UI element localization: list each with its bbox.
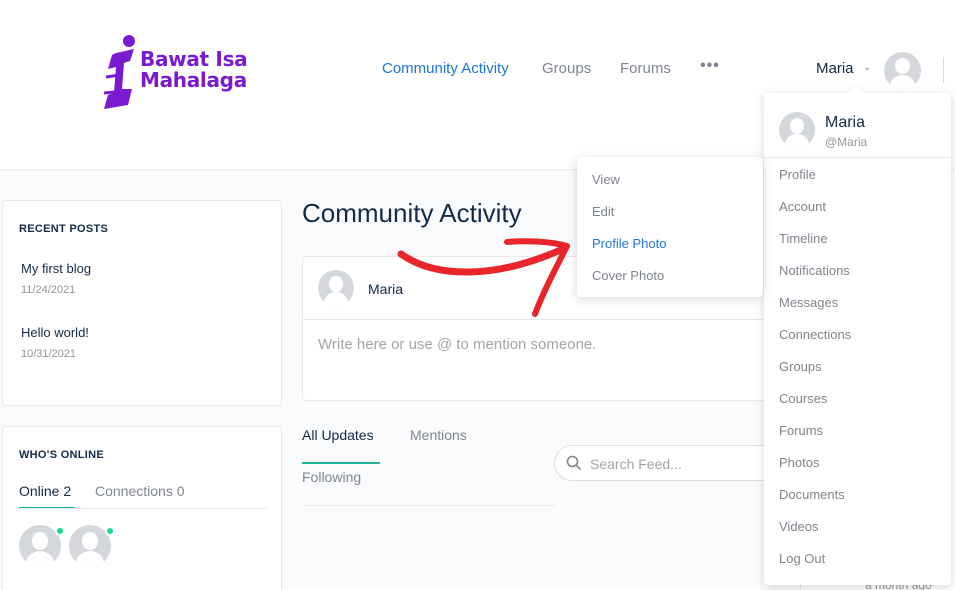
composer-divider bbox=[303, 319, 793, 320]
red-arrow-annotation-icon bbox=[397, 238, 570, 317]
recent-posts-widget: RECENT POSTS My first blog 11/24/2021 He… bbox=[2, 200, 282, 406]
site-logo[interactable]: Bawat Isa Mahalaga bbox=[100, 33, 260, 113]
menu-item-forums[interactable]: Forums bbox=[779, 423, 823, 438]
post-date-2: 10/31/2021 bbox=[21, 348, 77, 360]
post-link-1[interactable]: My first blog bbox=[21, 261, 91, 276]
logo-text: Bawat Isa Mahalaga bbox=[140, 47, 248, 92]
nav-community-activity[interactable]: Community Activity bbox=[382, 60, 509, 77]
composer-avatar bbox=[318, 270, 354, 306]
tab-all-updates[interactable]: All Updates bbox=[302, 427, 374, 443]
menu-item-connections[interactable]: Connections bbox=[779, 327, 851, 342]
menu-item-account[interactable]: Account bbox=[779, 199, 826, 214]
feed-tabs-divider bbox=[302, 505, 555, 506]
menu-item-courses[interactable]: Courses bbox=[779, 391, 827, 406]
search-placeholder: Search Feed... bbox=[590, 456, 682, 472]
composer-input[interactable]: Write here or use @ to mention someone. bbox=[318, 336, 596, 353]
user-dropdown-menu: Maria @Maria Profile Account Timeline No… bbox=[764, 84, 951, 585]
menu-item-messages[interactable]: Messages bbox=[779, 295, 838, 310]
header-divider bbox=[943, 57, 944, 83]
menu-item-videos[interactable]: Videos bbox=[779, 519, 819, 534]
dropdown-avatar[interactable] bbox=[779, 112, 815, 148]
nav-forums[interactable]: Forums bbox=[620, 60, 671, 77]
tab-connections[interactable]: Connections 0 bbox=[95, 483, 185, 499]
tab-following[interactable]: Following bbox=[302, 469, 361, 485]
recent-posts-title: RECENT POSTS bbox=[19, 223, 109, 235]
submenu-item-view[interactable]: View bbox=[592, 172, 620, 187]
online-status-dot bbox=[55, 526, 65, 536]
whos-online-title: WHO'S ONLINE bbox=[19, 449, 105, 461]
submenu-item-profile-photo[interactable]: Profile Photo bbox=[592, 236, 666, 251]
more-horizontal-icon[interactable]: ••• bbox=[700, 57, 720, 75]
menu-item-documents[interactable]: Documents bbox=[779, 487, 845, 502]
feed-tab-underline bbox=[302, 462, 380, 464]
menu-item-log-out[interactable]: Log Out bbox=[779, 551, 825, 566]
header-avatar[interactable] bbox=[884, 52, 921, 89]
tab-mentions[interactable]: Mentions bbox=[410, 427, 467, 443]
post-link-2[interactable]: Hello world! bbox=[21, 325, 89, 340]
dropdown-user-name[interactable]: Maria bbox=[825, 114, 865, 132]
search-icon bbox=[566, 455, 582, 471]
dropdown-user-handle: @Maria bbox=[825, 135, 868, 149]
page-title: Community Activity bbox=[302, 198, 522, 228]
whos-online-widget: WHO'S ONLINE Online 2 Connections 0 bbox=[2, 426, 282, 590]
menu-item-profile[interactable]: Profile bbox=[779, 167, 816, 182]
profile-submenu: View Edit Profile Photo Cover Photo bbox=[577, 157, 763, 297]
tab-online[interactable]: Online 2 bbox=[19, 483, 71, 499]
dropdown-divider bbox=[764, 157, 951, 158]
menu-item-notifications[interactable]: Notifications bbox=[779, 263, 850, 278]
tabs-divider bbox=[19, 508, 267, 509]
header-user-name[interactable]: Maria bbox=[816, 60, 854, 77]
submenu-item-edit[interactable]: Edit bbox=[592, 204, 614, 219]
submenu-item-cover-photo[interactable]: Cover Photo bbox=[592, 268, 664, 283]
logo-mark-icon bbox=[103, 35, 135, 109]
online-status-dot bbox=[105, 526, 115, 536]
menu-item-photos[interactable]: Photos bbox=[779, 455, 819, 470]
nav-groups[interactable]: Groups bbox=[542, 60, 591, 77]
menu-item-timeline[interactable]: Timeline bbox=[779, 231, 828, 246]
post-date-1: 11/24/2021 bbox=[21, 284, 76, 296]
search-feed-input[interactable]: Search Feed... bbox=[554, 445, 784, 481]
menu-item-groups[interactable]: Groups bbox=[779, 359, 822, 374]
logo-line-1: Bawat Isa bbox=[140, 47, 248, 71]
logo-line-2: Mahalaga bbox=[140, 68, 247, 92]
chevron-down-icon[interactable]: ⌄ bbox=[863, 62, 871, 73]
